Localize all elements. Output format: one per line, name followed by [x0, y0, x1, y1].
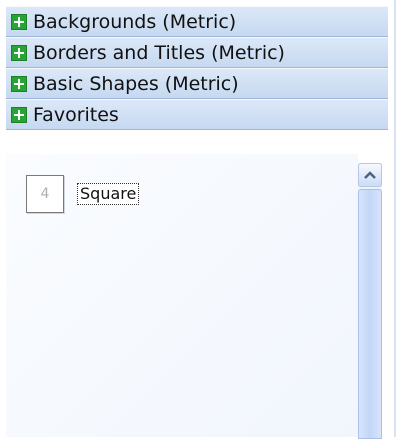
- shape-label[interactable]: Square: [77, 183, 140, 205]
- shapes-window: Backgrounds (Metric) Borders and Titles …: [0, 0, 396, 439]
- expand-plus-icon[interactable]: [11, 75, 27, 92]
- scroll-thumb[interactable]: [358, 189, 382, 439]
- scroll-up-button[interactable]: [358, 163, 382, 187]
- stencil-label: Favorites: [33, 103, 119, 126]
- stencil-borders-and-titles[interactable]: Borders and Titles (Metric): [6, 37, 388, 68]
- expand-plus-icon[interactable]: [11, 44, 27, 61]
- favorites-stencil-content: 4 Square: [6, 154, 358, 437]
- stencil-basic-shapes[interactable]: Basic Shapes (Metric): [6, 68, 388, 99]
- stencil-label: Basic Shapes (Metric): [33, 72, 239, 95]
- shape-item-square[interactable]: 4 Square: [26, 175, 140, 213]
- square-shape-icon[interactable]: 4: [26, 175, 64, 213]
- stencil-favorites[interactable]: Favorites: [6, 99, 388, 130]
- expand-plus-icon[interactable]: [11, 106, 27, 123]
- shape-icon-glyph: 4: [40, 186, 50, 202]
- stencil-label: Borders and Titles (Metric): [33, 41, 285, 64]
- vertical-scrollbar[interactable]: [358, 163, 382, 439]
- chevron-up-icon: [364, 171, 376, 179]
- stencil-backgrounds[interactable]: Backgrounds (Metric): [6, 6, 388, 37]
- stencil-label: Backgrounds (Metric): [33, 10, 237, 33]
- expand-plus-icon[interactable]: [11, 13, 27, 30]
